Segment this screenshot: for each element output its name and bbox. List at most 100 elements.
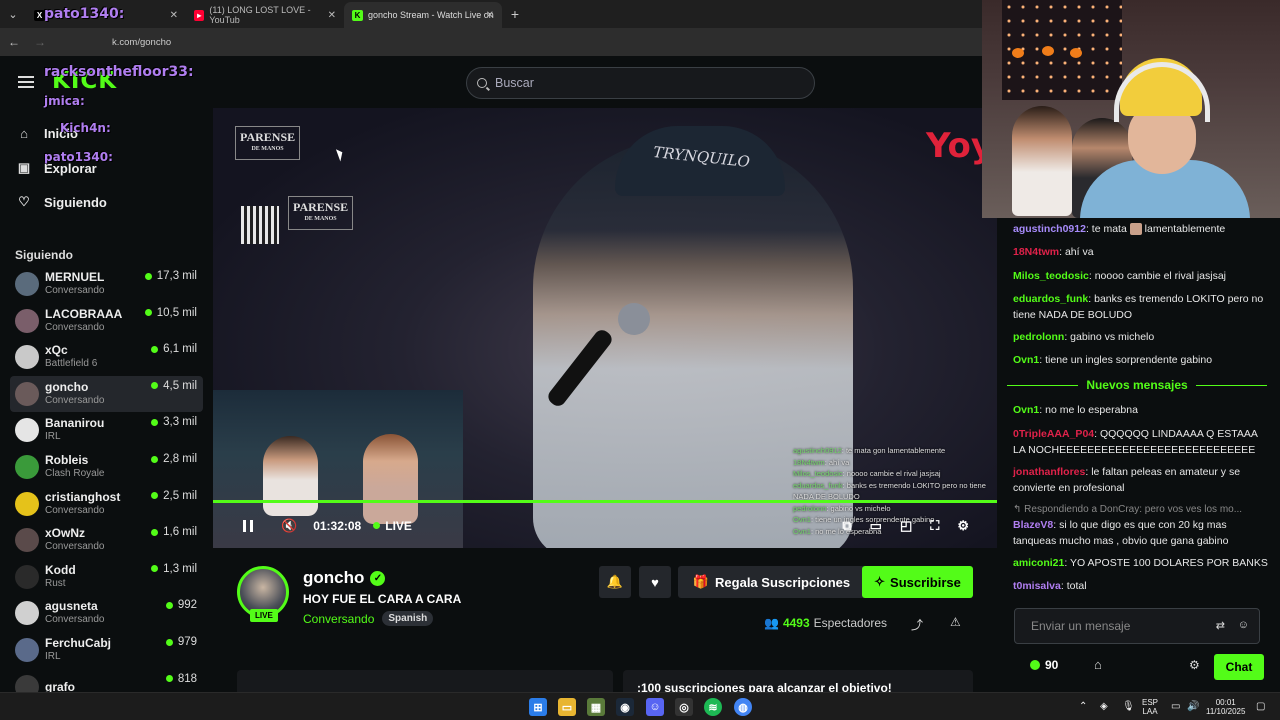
chat-username[interactable]: t0misalva — [1013, 580, 1061, 592]
steam-icon[interactable]: ◉ — [616, 698, 634, 716]
new-tab-icon[interactable]: + — [502, 6, 528, 22]
streamer-webcam — [982, 0, 1280, 218]
url-field[interactable]: k.com/goncho — [112, 37, 171, 48]
spotify-icon[interactable]: ≋ — [704, 698, 722, 716]
subscribe-button[interactable]: ✧ Suscribirse — [862, 566, 973, 598]
tray-shield-icon[interactable]: ◈ — [1100, 701, 1108, 712]
chat-username[interactable]: Milos_teodosic — [1013, 270, 1089, 282]
new-messages-divider[interactable]: Nuevos mensajes — [1007, 378, 1268, 392]
chat-message[interactable]: eduardos_funk: banks es tremendo LOKITO … — [1013, 292, 1268, 323]
tab-close-icon[interactable]: ✕ — [328, 10, 336, 21]
chat-username[interactable]: pedrolonn — [1013, 331, 1064, 343]
sidebar-channel-grafo[interactable]: grafo 818 — [10, 669, 203, 692]
live-indicator[interactable]: LIVE — [373, 519, 412, 533]
channel-viewers: 6,1 mil — [151, 343, 197, 355]
chat-message[interactable]: Ovn1: no me lo esperabna — [1013, 403, 1268, 419]
chat-username[interactable]: 0TripleAAA_P04 — [1013, 428, 1094, 440]
chat-username[interactable]: Ovn1 — [1013, 354, 1039, 366]
channel-avatar — [15, 418, 39, 443]
chat-send-button[interactable]: Chat — [1214, 654, 1264, 680]
channel-avatar — [15, 564, 39, 589]
chat-message[interactable]: BlazeV8: si lo que digo es que con 20 kg… — [1013, 518, 1268, 549]
chat-username[interactable]: BlazeV8 — [1013, 519, 1053, 531]
tab-search-icon[interactable]: ⌄ — [0, 0, 26, 28]
network-icon[interactable]: ▭ — [1171, 701, 1180, 712]
share-icon[interactable]: ⤴ — [911, 616, 923, 633]
chat-message[interactable]: t0misalva: total — [1013, 579, 1268, 595]
mute-icon[interactable]: 🔇 — [281, 518, 297, 534]
sidebar-channel-xownz[interactable]: xOwNz Conversando 1,6 mil — [10, 522, 203, 558]
chat-message[interactable]: 0TripleAAA_P04: QQQQQQ LINDAAAA Q ESTAAA… — [1013, 427, 1268, 458]
search-input[interactable]: Buscar — [466, 67, 815, 99]
chat-settings-icon[interactable]: ⚙ — [1189, 658, 1200, 672]
chat-username[interactable]: 18N4twm — [1013, 246, 1059, 258]
theater-icon[interactable]: ▭ — [870, 518, 882, 534]
store-icon[interactable]: ⌂ — [1094, 657, 1102, 672]
file-explorer-icon[interactable]: ▭ — [558, 698, 576, 716]
chat-message[interactable]: 18N4twm: ahí va — [1013, 245, 1268, 261]
chat-username[interactable]: Ovn1 — [1013, 404, 1039, 416]
sidebar-channel-mernuel[interactable]: MERNUEL Conversando 17,3 mil — [10, 266, 203, 302]
forward-arrow-icon[interactable]: → — [34, 35, 50, 49]
obs-icon[interactable]: ◎ — [675, 698, 693, 716]
new-messages-label: Nuevos mensajes — [1086, 378, 1188, 392]
stream-time: 01:32:08 — [313, 518, 362, 533]
pause-icon[interactable] — [243, 519, 253, 532]
sidebar-channel-lacobraaa[interactable]: LACOBRAAA Conversando 10,5 mil — [10, 303, 203, 339]
report-icon[interactable]: ⚠ — [950, 615, 961, 629]
fullscreen-icon[interactable]: ⛶ — [930, 518, 939, 534]
chat-message[interactable]: pedrolonn: gabino vs michelo — [1013, 330, 1268, 346]
tab-kick[interactable]: K goncho Stream - Watch Live on ✕ — [344, 2, 502, 28]
sidebar-channel-goncho[interactable]: goncho Conversando 4,5 mil — [10, 375, 203, 412]
minecraft-icon[interactable]: ▦ — [587, 698, 605, 716]
chat-username[interactable]: amiconi21 — [1013, 557, 1064, 569]
back-arrow-icon[interactable]: ← — [8, 35, 24, 49]
chat-message[interactable]: jonathanflores: le faltan peleas en amat… — [1013, 465, 1268, 496]
notification-button[interactable]: 🔔 — [599, 566, 631, 598]
points-button[interactable]: 90 — [1030, 658, 1058, 672]
sidebar-channel-kodd[interactable]: Kodd Rust 1,3 mil — [10, 559, 203, 595]
video-player[interactable]: PARENSE DE MANOS PARENSE DE MANOS TRYNQU… — [213, 108, 997, 548]
overlay-chat-user: Milos_teodosic — [793, 469, 843, 478]
chat-message[interactable]: amiconi21: YO APOSTE 100 DOLARES POR BAN… — [1013, 556, 1268, 572]
chat-username[interactable]: jonathanflores — [1013, 466, 1085, 478]
streamer-name[interactable]: goncho ✓ — [303, 568, 386, 588]
translate-icon[interactable]: ⇄ — [1216, 619, 1225, 632]
pip-icon[interactable]: ◰ — [900, 518, 912, 534]
chat-text: ahí va — [1064, 246, 1094, 258]
volume-icon[interactable]: 🔊 — [1187, 701, 1199, 712]
language-indicator[interactable]: ESP LAA — [1142, 698, 1158, 716]
chat-username[interactable]: eduardos_funk — [1013, 293, 1088, 305]
chat-message[interactable]: Ovn1: tiene un ingles sorprendente gabin… — [1013, 353, 1268, 369]
follow-button[interactable]: ♥ — [639, 566, 671, 598]
nav-following[interactable]: ♡ Siguiendo — [16, 194, 107, 210]
sidebar-channel-bananirou[interactable]: Bananirou IRL 3,3 mil — [10, 412, 203, 448]
sidebar-channel-ferchucabj[interactable]: FerchuCabj IRL 979 — [10, 632, 203, 668]
chrome-icon[interactable]: ◍ — [734, 698, 752, 716]
notification-icon[interactable]: ▢ — [1256, 701, 1265, 712]
chat-message[interactable]: Milos_teodosic: noooo cambie el rival ja… — [1013, 269, 1268, 285]
clip-icon[interactable]: ⧉ — [842, 518, 851, 534]
sidebar-channel-xqc[interactable]: xQc Battlefield 6 6,1 mil — [10, 339, 203, 375]
category-link[interactable]: Conversando — [303, 612, 374, 626]
settings-icon[interactable]: ⚙ — [957, 518, 969, 534]
windows-start-icon[interactable]: ⊞ — [529, 698, 547, 716]
discord-icon[interactable]: ☺ — [646, 698, 664, 716]
tab-youtube[interactable]: ▸ (11) LONG LOST LOVE - YouTub ✕ — [186, 2, 344, 28]
mic-icon[interactable]: 🎙 — [1122, 701, 1135, 712]
tab-close-icon[interactable]: ✕ — [486, 10, 494, 21]
sidebar-channel-robleis[interactable]: Robleis Clash Royale 2,8 mil — [10, 449, 203, 485]
reply-hint[interactable]: ↰ Respondiendo a DonCray: pero vos ves l… — [1013, 502, 1268, 518]
tray-chevron-icon[interactable]: ⌃ — [1079, 701, 1087, 712]
chat-username[interactable]: agustinch0912 — [1013, 223, 1086, 235]
clock[interactable]: 00:01 11/10/2025 — [1206, 698, 1245, 716]
sidebar-channel-agusneta[interactable]: agusneta Conversando 992 — [10, 595, 203, 631]
language-tag[interactable]: Spanish — [382, 611, 434, 626]
sidebar-channel-cristianghost[interactable]: cristianghost Conversando 2,5 mil — [10, 486, 203, 522]
chat-message[interactable]: agustinch0912: te mata lamentablemente — [1013, 222, 1268, 238]
emoji-icon[interactable]: ☺ — [1238, 619, 1249, 631]
tab-close-icon[interactable]: ✕ — [170, 10, 178, 21]
gift-subs-button[interactable]: 🎁 Regala Suscripciones — [678, 566, 865, 598]
menu-icon[interactable] — [18, 76, 34, 88]
chat-input[interactable]: Enviar un mensaje ⇄ ☺ — [1014, 608, 1260, 644]
